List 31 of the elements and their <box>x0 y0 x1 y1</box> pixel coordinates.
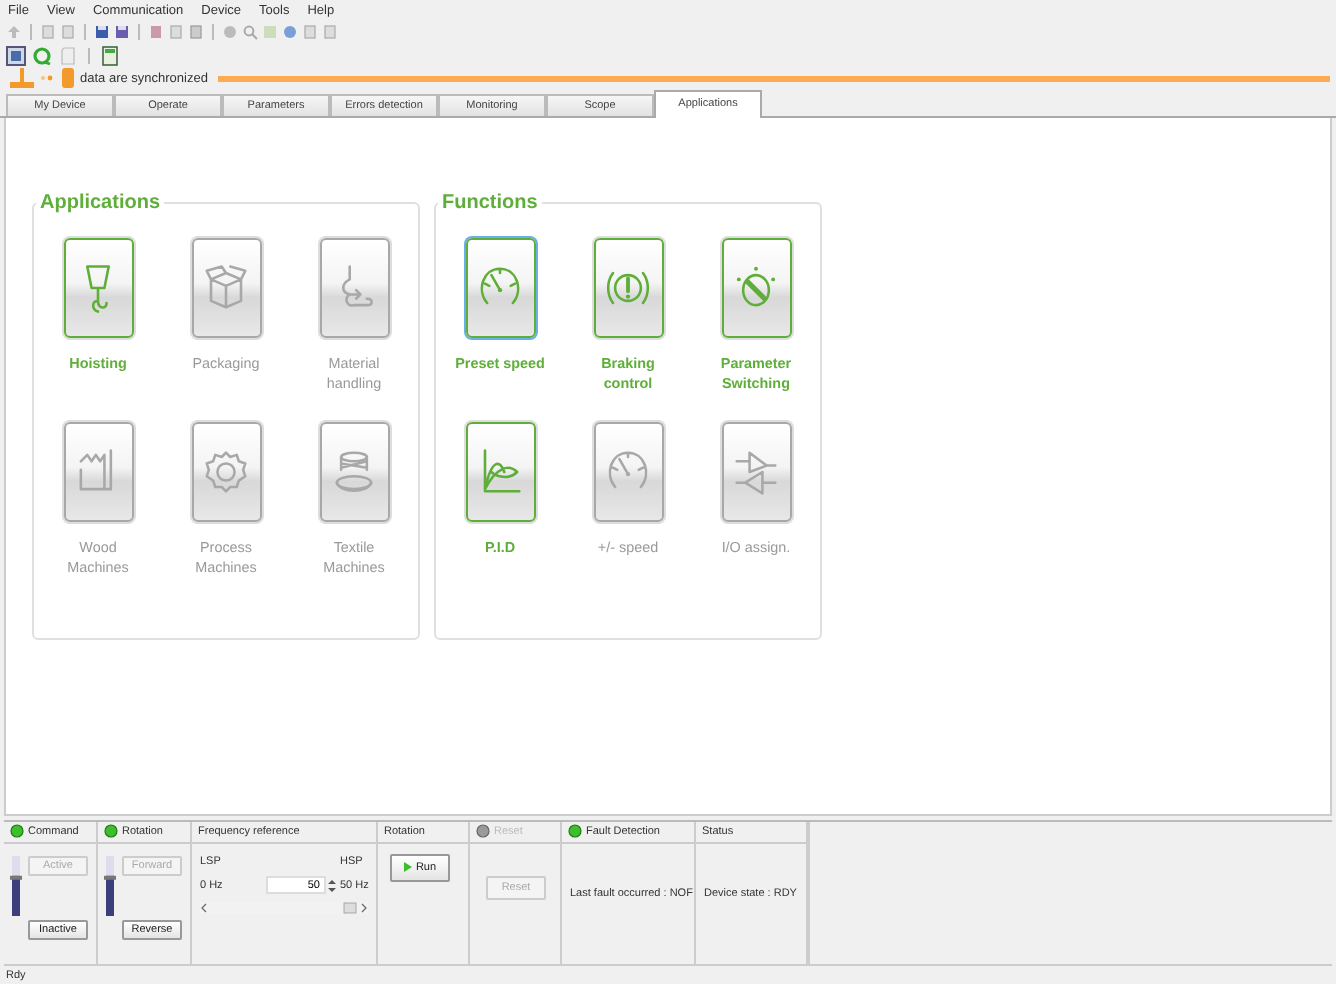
calculator-icon[interactable] <box>100 45 120 66</box>
gear-icon <box>191 421 261 522</box>
spool-icon <box>319 421 389 522</box>
save-icon[interactable] <box>94 24 110 41</box>
curve-chart-icon <box>465 421 535 522</box>
device-icon <box>10 68 34 89</box>
pipe-icon <box>319 237 389 338</box>
circle-icon[interactable] <box>222 24 238 41</box>
box-icon <box>191 237 261 338</box>
document-icon[interactable] <box>58 45 78 66</box>
drive-icon <box>62 68 74 89</box>
magnifier-icon[interactable] <box>242 24 258 41</box>
group-title: Functions <box>440 191 540 214</box>
dial-icon <box>721 237 791 338</box>
amplifier-icon <box>721 421 791 522</box>
crane-hook-icon <box>63 237 133 338</box>
factory-icon <box>63 421 133 522</box>
save-icon[interactable] <box>114 24 130 41</box>
warning-icon <box>593 237 663 338</box>
gauge-icon <box>593 421 663 522</box>
play-icon <box>403 862 412 873</box>
up-arrow-icon[interactable] <box>6 24 22 41</box>
refresh-icon[interactable] <box>32 45 52 66</box>
connection-dots-icon <box>40 72 56 85</box>
gauge-icon <box>465 237 535 338</box>
frequency-slider[interactable] <box>200 901 368 914</box>
device-icon[interactable] <box>6 45 26 66</box>
toggle-slider[interactable] <box>10 855 22 916</box>
group-title: Applications <box>38 191 163 214</box>
spinner-arrows-icon[interactable] <box>328 877 336 894</box>
toggle-slider[interactable] <box>104 855 116 916</box>
